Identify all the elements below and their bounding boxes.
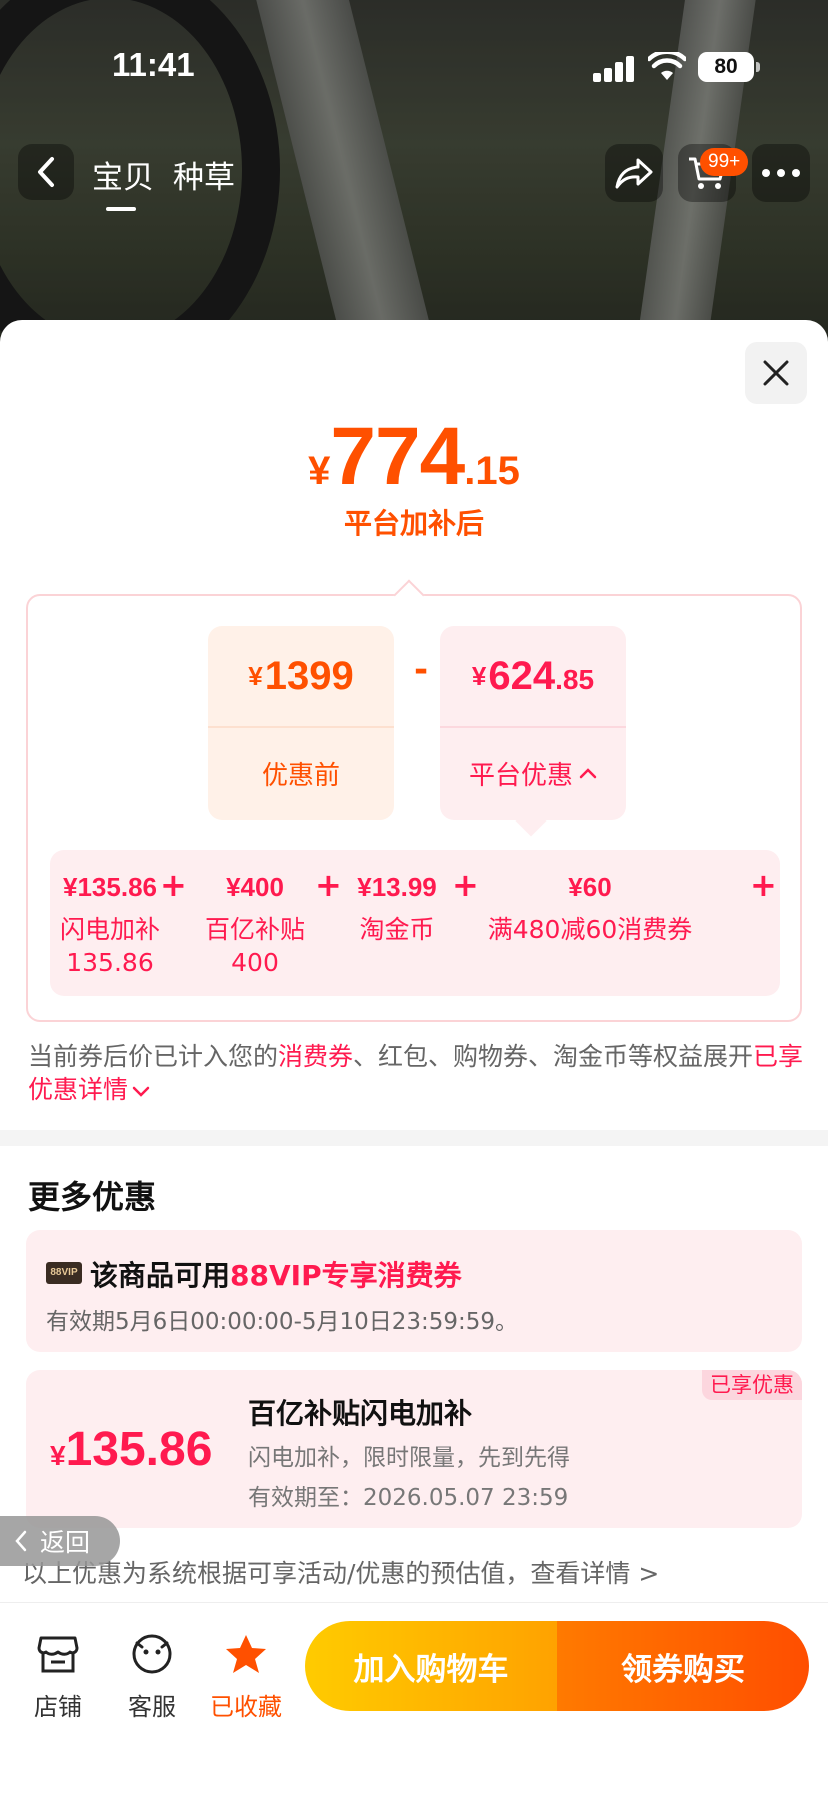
discount-items: ¥135.86 闪电加补 135.86 + ¥400 百亿补贴 400 + ¥13.… xyxy=(50,850,780,996)
status-bar: 11:41 80 xyxy=(0,0,828,130)
share-button[interactable] xyxy=(605,144,663,202)
battery-icon: 80 xyxy=(698,52,760,82)
price-breakdown: ¥1399 优惠前 - ¥624.85 平台优惠 ¥135.86 闪电加补 135… xyxy=(26,594,802,1022)
share-icon xyxy=(615,158,653,189)
chevron-left-icon xyxy=(15,1530,27,1552)
discount-item: ¥400 百亿补贴 400 xyxy=(204,872,305,977)
more-button[interactable] xyxy=(752,144,810,202)
plus-sign: + xyxy=(315,866,342,904)
enjoyed-badge: 已享优惠 xyxy=(702,1370,802,1400)
more-dots-icon xyxy=(762,169,800,177)
tab-item[interactable]: 宝贝 xyxy=(92,152,154,211)
close-button[interactable] xyxy=(745,342,807,404)
bottom-action-bar: 店铺 客服 已收藏 加入购物车 领券购买 xyxy=(0,1602,828,1801)
close-icon xyxy=(763,360,789,386)
vip-coupon-validity: 有效期5月6日00:00:00-5月10日23:59:59。 xyxy=(46,1309,519,1335)
favorite-button[interactable]: 已收藏 xyxy=(206,1631,286,1722)
price-before-box: ¥1399 优惠前 xyxy=(208,626,394,820)
price-before-label: 优惠前 xyxy=(261,760,340,791)
estimate-disclaimer-link[interactable]: 以上优惠为系统根据可享活动/优惠的预估值，查看详情 > xyxy=(22,1554,659,1590)
flash-subsidy-amount: ¥135.86 xyxy=(50,1423,213,1476)
chevron-left-icon xyxy=(38,157,54,187)
discount-item: ¥13.99 淘金币 xyxy=(357,872,437,944)
store-icon xyxy=(37,1636,79,1673)
vip-coupon-title: 该商品可用88VIP专享消费券 xyxy=(90,1259,462,1292)
tab-grass[interactable]: 种草 xyxy=(173,152,235,197)
vip-badge-icon: 88VIP xyxy=(46,1262,82,1284)
customer-service-icon xyxy=(132,1634,172,1674)
platform-discount-amount: 624 xyxy=(488,653,556,698)
flash-subsidy-card[interactable]: 已享优惠 ¥135.86 百亿补贴闪电加补 闪电加补，限时限量，先到先得 有效期… xyxy=(26,1370,802,1528)
add-to-cart-button[interactable]: 加入购物车 xyxy=(305,1621,557,1711)
plus-sign: + xyxy=(452,866,479,904)
chevron-down-icon[interactable] xyxy=(132,1086,150,1098)
claim-coupon-buy-button[interactable]: 领券购买 xyxy=(557,1621,809,1711)
plus-sign: + xyxy=(160,866,187,904)
discount-item: ¥60 满480减60消费券 xyxy=(487,872,693,944)
cart-count-badge: 99+ xyxy=(700,148,749,176)
more-offers-title: 更多优惠 xyxy=(28,1178,157,1216)
platform-discount-box[interactable]: ¥624.85 平台优惠 xyxy=(440,626,626,820)
section-divider xyxy=(0,1130,828,1146)
flash-subsidy-desc: 闪电加补，限时限量，先到先得 xyxy=(248,1445,570,1471)
wifi-icon xyxy=(648,52,686,80)
discount-item: ¥135.86 闪电加补 135.86 xyxy=(59,872,160,977)
plus-sign: + xyxy=(750,866,777,904)
store-button[interactable]: 店铺 xyxy=(18,1631,98,1722)
vip-coupon-card[interactable]: 88VIP 该商品可用88VIP专享消费券 有效期5月6日00:00:00-5月… xyxy=(26,1230,802,1352)
minus-sign: - xyxy=(414,650,429,690)
platform-discount-label: 平台优惠 xyxy=(468,760,573,791)
customer-service-button[interactable]: 客服 xyxy=(112,1631,192,1722)
final-price-caption: 平台加补后 xyxy=(343,507,484,540)
star-icon xyxy=(226,1635,266,1673)
chevron-up-icon xyxy=(579,768,597,779)
flash-subsidy-title: 百亿补贴闪电加补 xyxy=(248,1397,473,1430)
top-nav: 宝贝 种草 99+ xyxy=(0,140,828,211)
back-button[interactable] xyxy=(18,144,74,200)
price-before-amount: 1399 xyxy=(264,653,354,698)
price-detail-sheet: ¥774.15 平台加补后 ¥1399 优惠前 - ¥624.85 平台优惠 ¥… xyxy=(0,320,828,1801)
status-time: 11:41 xyxy=(112,46,195,83)
floating-back-button[interactable]: 返回 xyxy=(0,1516,120,1566)
discount-note: 当前券后价已计入您的消费券、红包、购物券、淘金币等权益展开已享优惠详情 xyxy=(28,1042,804,1104)
final-price: ¥774.15 xyxy=(308,411,520,502)
flash-subsidy-validity: 有效期至：2026.05.07 23:59 xyxy=(248,1485,569,1511)
cellular-signal-icon xyxy=(593,56,635,82)
